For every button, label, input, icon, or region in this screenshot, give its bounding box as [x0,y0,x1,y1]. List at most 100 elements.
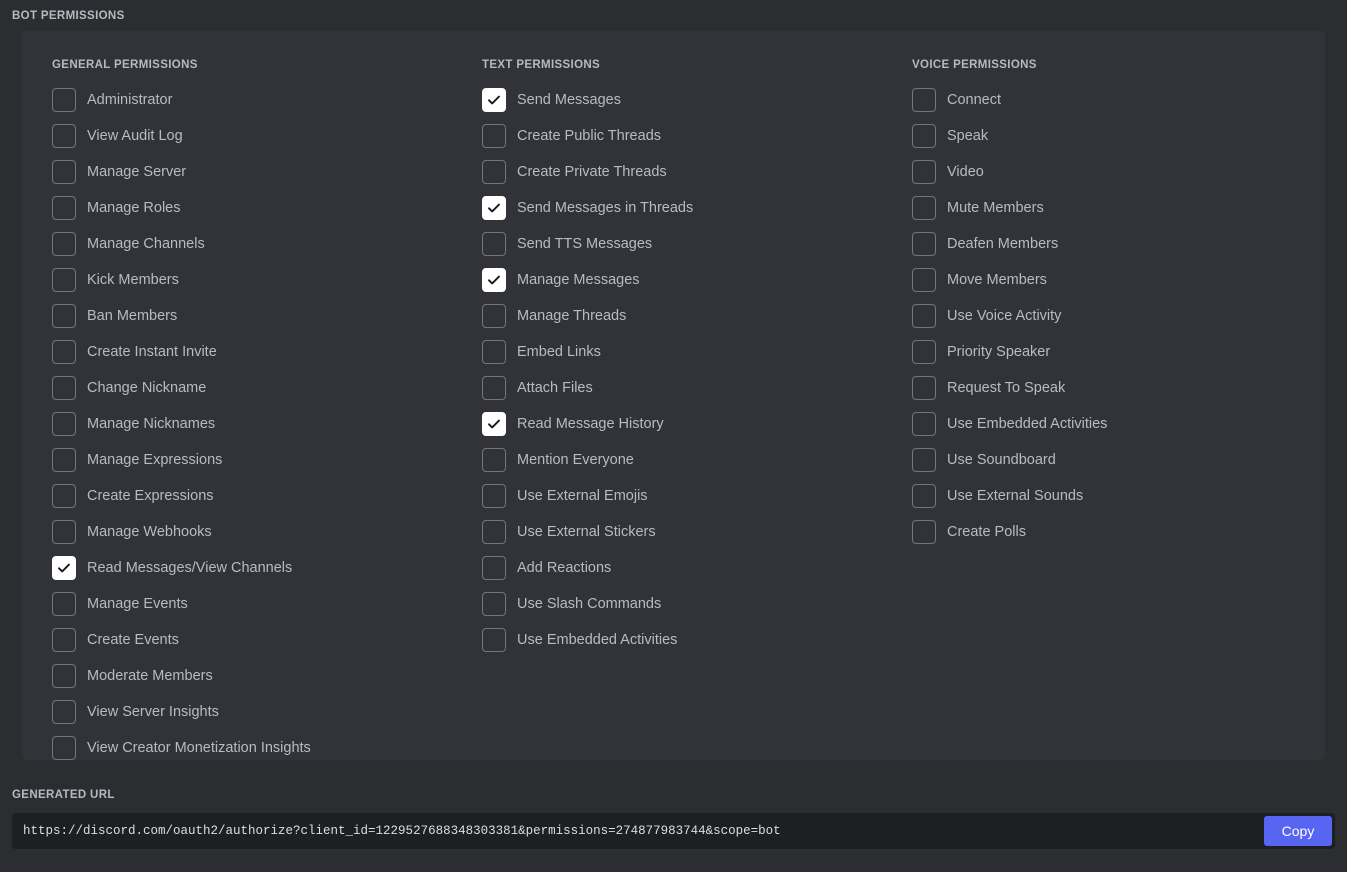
checkbox-unchecked-icon[interactable] [52,628,76,652]
checkbox-unchecked-icon[interactable] [52,592,76,616]
checkbox-unchecked-icon[interactable] [482,376,506,400]
permission-row[interactable]: Create Expressions [31,478,456,514]
checkbox-unchecked-icon[interactable] [912,196,936,220]
checkbox-checked-icon[interactable] [52,556,76,580]
checkbox-unchecked-icon[interactable] [52,376,76,400]
checkbox-unchecked-icon[interactable] [912,124,936,148]
checkbox-unchecked-icon[interactable] [482,484,506,508]
checkbox-unchecked-icon[interactable] [912,232,936,256]
checkbox-unchecked-icon[interactable] [52,196,76,220]
permission-row[interactable]: Manage Events [31,586,456,622]
checkbox-unchecked-icon[interactable] [482,304,506,328]
permission-row[interactable]: Read Messages/View Channels [31,550,456,586]
permission-row[interactable]: Speak [891,118,1316,154]
checkbox-unchecked-icon[interactable] [52,340,76,364]
permission-label: Create Private Threads [517,163,667,180]
permission-row[interactable]: Attach Files [461,370,886,406]
permission-row[interactable]: Change Nickname [31,370,456,406]
checkbox-unchecked-icon[interactable] [912,340,936,364]
permission-row[interactable]: Add Reactions [461,550,886,586]
permission-row[interactable]: Deafen Members [891,226,1316,262]
checkbox-unchecked-icon[interactable] [482,340,506,364]
checkbox-unchecked-icon[interactable] [52,268,76,292]
permission-row[interactable]: Move Members [891,262,1316,298]
permission-row[interactable]: Manage Server [31,154,456,190]
permission-row[interactable]: Kick Members [31,262,456,298]
permission-row[interactable]: Administrator [31,82,456,118]
permission-row[interactable]: Send Messages [461,82,886,118]
checkbox-unchecked-icon[interactable] [912,268,936,292]
checkbox-checked-icon[interactable] [482,412,506,436]
permission-row[interactable]: Manage Expressions [31,442,456,478]
checkbox-unchecked-icon[interactable] [52,160,76,184]
checkbox-unchecked-icon[interactable] [482,448,506,472]
permission-row[interactable]: Create Public Threads [461,118,886,154]
checkbox-unchecked-icon[interactable] [52,484,76,508]
permission-row[interactable]: Embed Links [461,334,886,370]
permission-row[interactable]: Video [891,154,1316,190]
generated-url-input[interactable] [12,824,1264,838]
checkbox-unchecked-icon[interactable] [52,232,76,256]
copy-button[interactable]: Copy [1264,816,1332,846]
permission-row[interactable]: Read Message History [461,406,886,442]
checkbox-checked-icon[interactable] [482,88,506,112]
permission-row[interactable]: Create Polls [891,514,1316,550]
permission-row[interactable]: Send TTS Messages [461,226,886,262]
checkbox-unchecked-icon[interactable] [52,736,76,760]
permission-label: Manage Nicknames [87,415,216,432]
checkbox-unchecked-icon[interactable] [52,700,76,724]
permission-row[interactable]: Manage Nicknames [31,406,456,442]
permission-row[interactable]: Use External Stickers [461,514,886,550]
checkbox-unchecked-icon[interactable] [52,664,76,688]
checkbox-unchecked-icon[interactable] [482,232,506,256]
permission-row[interactable]: Use Slash Commands [461,586,886,622]
checkbox-unchecked-icon[interactable] [912,304,936,328]
permission-row[interactable]: Use External Emojis [461,478,886,514]
checkbox-unchecked-icon[interactable] [912,412,936,436]
checkbox-unchecked-icon[interactable] [912,88,936,112]
permission-row[interactable]: Mention Everyone [461,442,886,478]
checkbox-unchecked-icon[interactable] [482,124,506,148]
permission-row[interactable]: Request To Speak [891,370,1316,406]
checkbox-checked-icon[interactable] [482,268,506,292]
permission-row[interactable]: Create Instant Invite [31,334,456,370]
checkbox-unchecked-icon[interactable] [52,304,76,328]
permission-row[interactable]: Use Soundboard [891,442,1316,478]
permission-row[interactable]: View Audit Log [31,118,456,154]
permission-row[interactable]: Manage Threads [461,298,886,334]
permission-row[interactable]: Send Messages in Threads [461,190,886,226]
permission-row[interactable]: Mute Members [891,190,1316,226]
permission-row[interactable]: Ban Members [31,298,456,334]
checkbox-unchecked-icon[interactable] [52,412,76,436]
checkbox-unchecked-icon[interactable] [912,520,936,544]
checkbox-unchecked-icon[interactable] [912,160,936,184]
checkbox-unchecked-icon[interactable] [52,520,76,544]
checkbox-unchecked-icon[interactable] [482,520,506,544]
checkbox-unchecked-icon[interactable] [912,484,936,508]
permission-row[interactable]: Manage Messages [461,262,886,298]
checkbox-unchecked-icon[interactable] [482,628,506,652]
permission-row[interactable]: Manage Channels [31,226,456,262]
permission-row[interactable]: Create Events [31,622,456,658]
permission-row[interactable]: Use External Sounds [891,478,1316,514]
permission-row[interactable]: View Creator Monetization Insights [31,730,456,766]
checkbox-unchecked-icon[interactable] [52,448,76,472]
permission-row[interactable]: Manage Webhooks [31,514,456,550]
permission-row[interactable]: Use Embedded Activities [891,406,1316,442]
permission-row[interactable]: Connect [891,82,1316,118]
checkbox-unchecked-icon[interactable] [482,592,506,616]
permission-row[interactable]: Use Voice Activity [891,298,1316,334]
permission-row[interactable]: Manage Roles [31,190,456,226]
checkbox-unchecked-icon[interactable] [482,556,506,580]
checkbox-unchecked-icon[interactable] [912,448,936,472]
checkbox-unchecked-icon[interactable] [52,88,76,112]
permission-row[interactable]: Priority Speaker [891,334,1316,370]
checkbox-checked-icon[interactable] [482,196,506,220]
checkbox-unchecked-icon[interactable] [912,376,936,400]
permission-row[interactable]: Use Embedded Activities [461,622,886,658]
permission-row[interactable]: View Server Insights [31,694,456,730]
checkbox-unchecked-icon[interactable] [482,160,506,184]
checkbox-unchecked-icon[interactable] [52,124,76,148]
permission-row[interactable]: Moderate Members [31,658,456,694]
permission-row[interactable]: Create Private Threads [461,154,886,190]
